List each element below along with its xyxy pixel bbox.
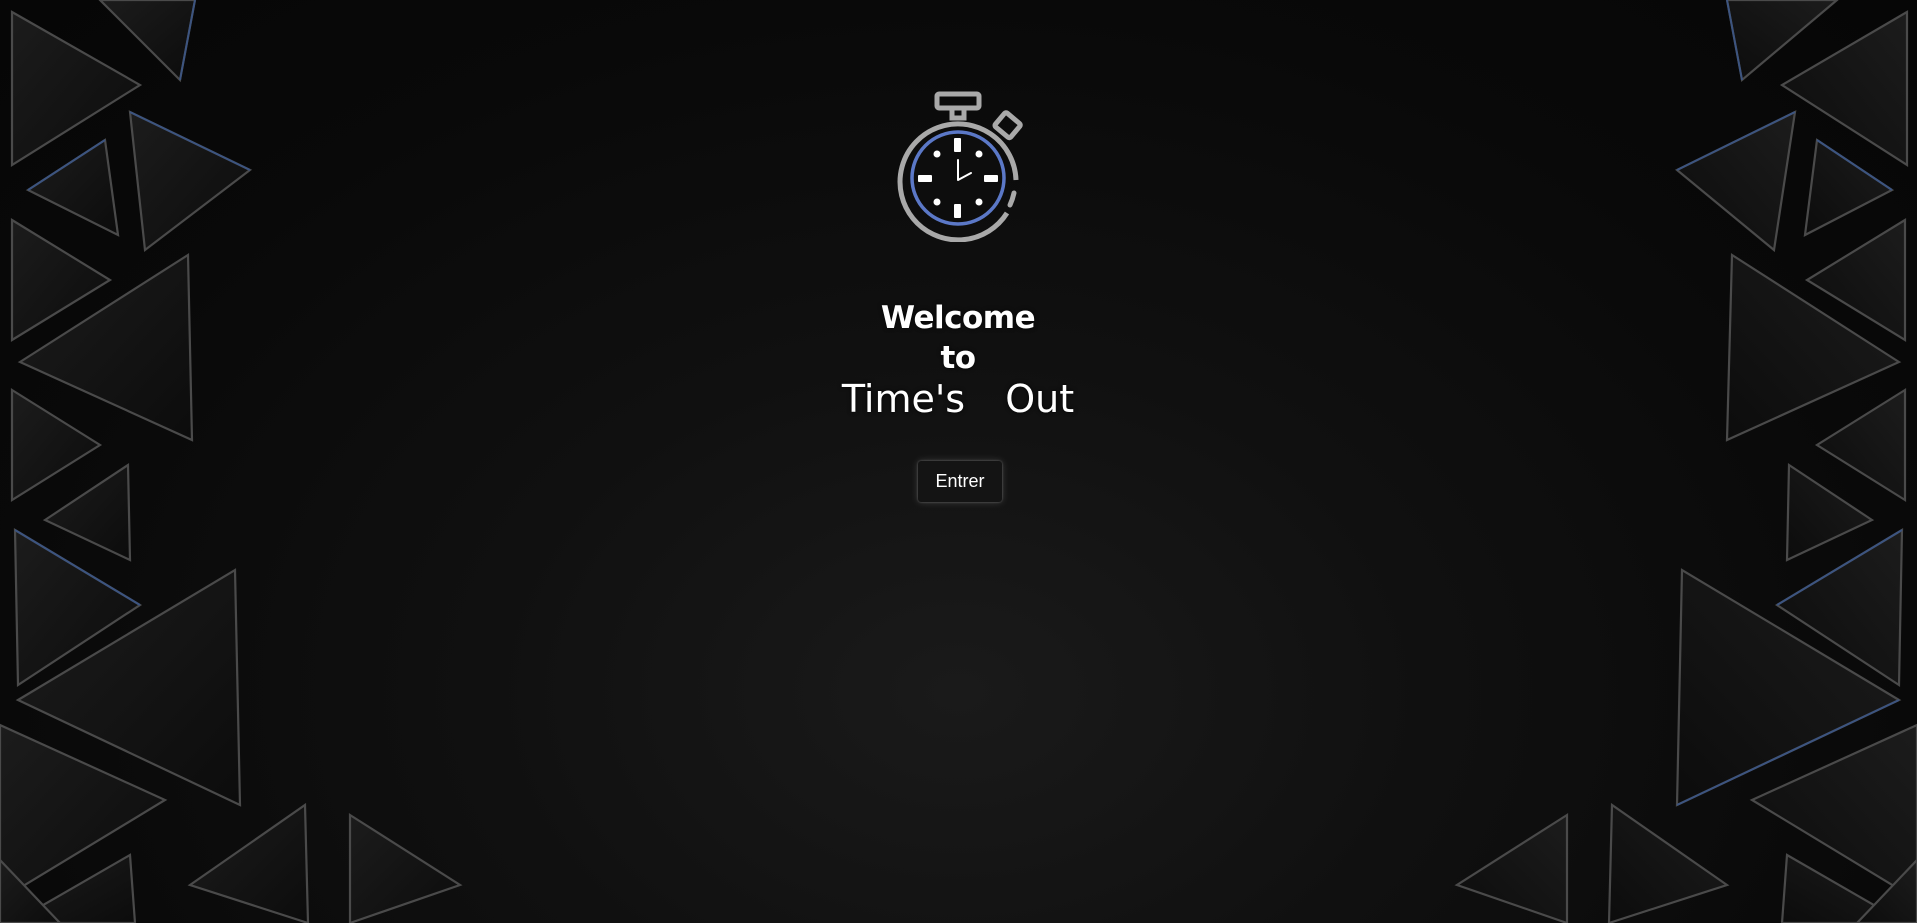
welcome-screen: Welcome to Time's Out Entrer (0, 0, 1917, 923)
welcome-connector: to (940, 340, 976, 376)
stopwatch-icon (897, 91, 1023, 242)
app-name: Time's Out (841, 377, 1075, 421)
welcome-panel: Welcome to Time's Out Entrer (0, 0, 1917, 923)
welcome-heading: Welcome (880, 300, 1036, 336)
enter-button[interactable]: Entrer (918, 461, 1002, 502)
